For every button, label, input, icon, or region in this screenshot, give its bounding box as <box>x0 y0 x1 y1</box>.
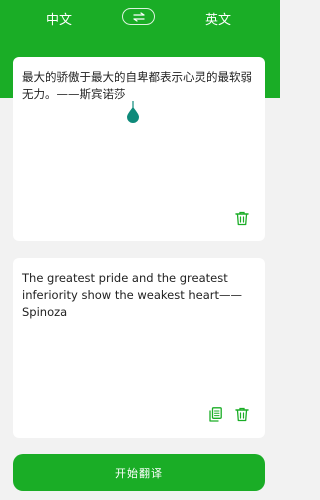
source-text-input[interactable]: 最大的骄傲于最大的自卑都表示心灵的最软弱无力。——斯宾诺莎 <box>22 69 258 103</box>
text-cursor-handle[interactable] <box>126 101 140 123</box>
clear-input-button[interactable] <box>234 210 250 226</box>
swap-languages-button[interactable] <box>122 8 155 25</box>
translation-result-card: The greatest pride and the greatest infe… <box>13 258 265 438</box>
start-translate-label: 开始翻译 <box>115 466 163 480</box>
source-language-button[interactable]: 中文 <box>46 9 72 28</box>
copy-result-button[interactable] <box>207 406 223 422</box>
copy-icon <box>208 406 222 422</box>
target-language-button[interactable]: 英文 <box>205 9 231 28</box>
source-text-card[interactable]: 最大的骄傲于最大的自卑都表示心灵的最软弱无力。——斯宾诺莎 <box>13 57 265 241</box>
language-bar: 中文 英文 <box>0 0 280 36</box>
translation-result-text: The greatest pride and the greatest infe… <box>22 271 243 319</box>
trash-icon <box>235 211 249 225</box>
clear-result-button[interactable] <box>234 406 250 422</box>
start-translate-button[interactable]: 开始翻译 <box>13 454 265 491</box>
swap-arrows-icon <box>132 11 145 22</box>
trash-icon <box>235 407 249 421</box>
translator-screen: 中文 英文 最大的骄傲于最大的自卑都表示心灵的最软弱无力。——斯宾诺莎 The … <box>0 0 280 500</box>
